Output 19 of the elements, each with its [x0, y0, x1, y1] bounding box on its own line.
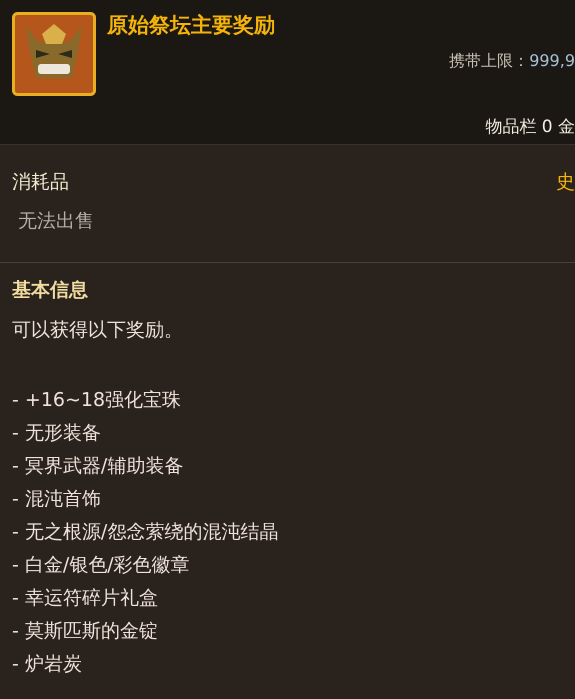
item-rarity: 史 — [556, 171, 575, 194]
reward-item: - 白金/银色/彩色徽章 — [12, 554, 191, 578]
item-category: 消耗品 — [12, 171, 69, 194]
reward-item: - 炉岩炭 — [12, 652, 83, 677]
reward-item: - 无形装备 — [12, 422, 102, 446]
item-title: 原始祭坛主要奖励 — [107, 12, 275, 39]
trade-restriction: 无法出售 — [17, 210, 94, 233]
inventory-text: 物品栏 0 金 — [485, 116, 575, 139]
reward-item: - 无之根源/怨念萦绕的混沌结晶 — [12, 520, 280, 545]
intro-text: 可以获得以下奖励。 — [12, 318, 184, 342]
carry-limit-value: 999,9 — [529, 51, 575, 70]
reward-item: - +16~18强化宝珠 — [12, 388, 182, 413]
reward-item: - 幸运符碎片礼盒 — [12, 586, 159, 611]
reward-item: - 冥界武器/辅助装备 — [12, 454, 184, 479]
reward-item: - 莫斯匹斯的金锭 — [12, 620, 159, 644]
carry-limit-label: 携带上限： — [449, 51, 530, 70]
section-heading: 基本信息 — [12, 279, 89, 302]
reward-item: - 混沌首饰 — [12, 488, 102, 512]
mask-icon — [12, 12, 96, 96]
